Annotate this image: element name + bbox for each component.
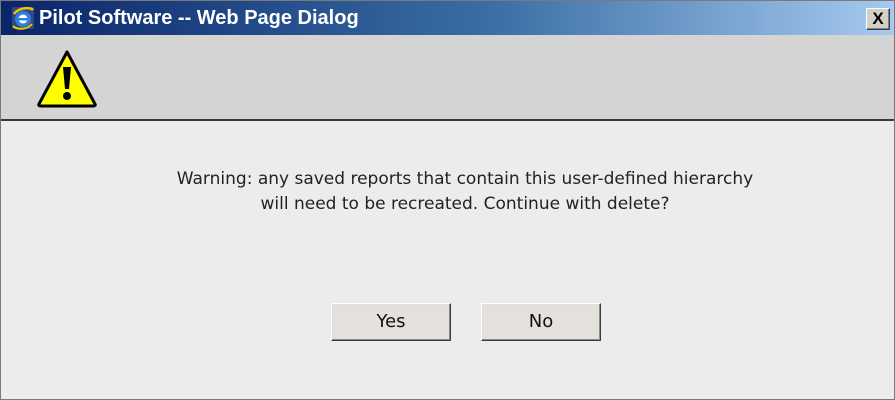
no-button[interactable]: No	[481, 303, 601, 341]
warning-triangle-icon	[36, 49, 98, 109]
dialog-title: Pilot Software -- Web Page Dialog	[39, 7, 359, 29]
internet-explorer-icon	[11, 6, 35, 30]
web-page-dialog: Pilot Software -- Web Page Dialog X Warn…	[0, 0, 895, 400]
warning-message: Warning: any saved reports that contain …	[1, 167, 895, 217]
dialog-header-band	[1, 35, 894, 121]
title-bar[interactable]: Pilot Software -- Web Page Dialog X	[1, 1, 894, 35]
yes-button[interactable]: Yes	[331, 303, 451, 341]
warning-message-line-2: will need to be recreated. Continue with…	[260, 194, 670, 214]
close-button[interactable]: X	[866, 8, 890, 30]
warning-message-line-1: Warning: any saved reports that contain …	[176, 169, 754, 189]
